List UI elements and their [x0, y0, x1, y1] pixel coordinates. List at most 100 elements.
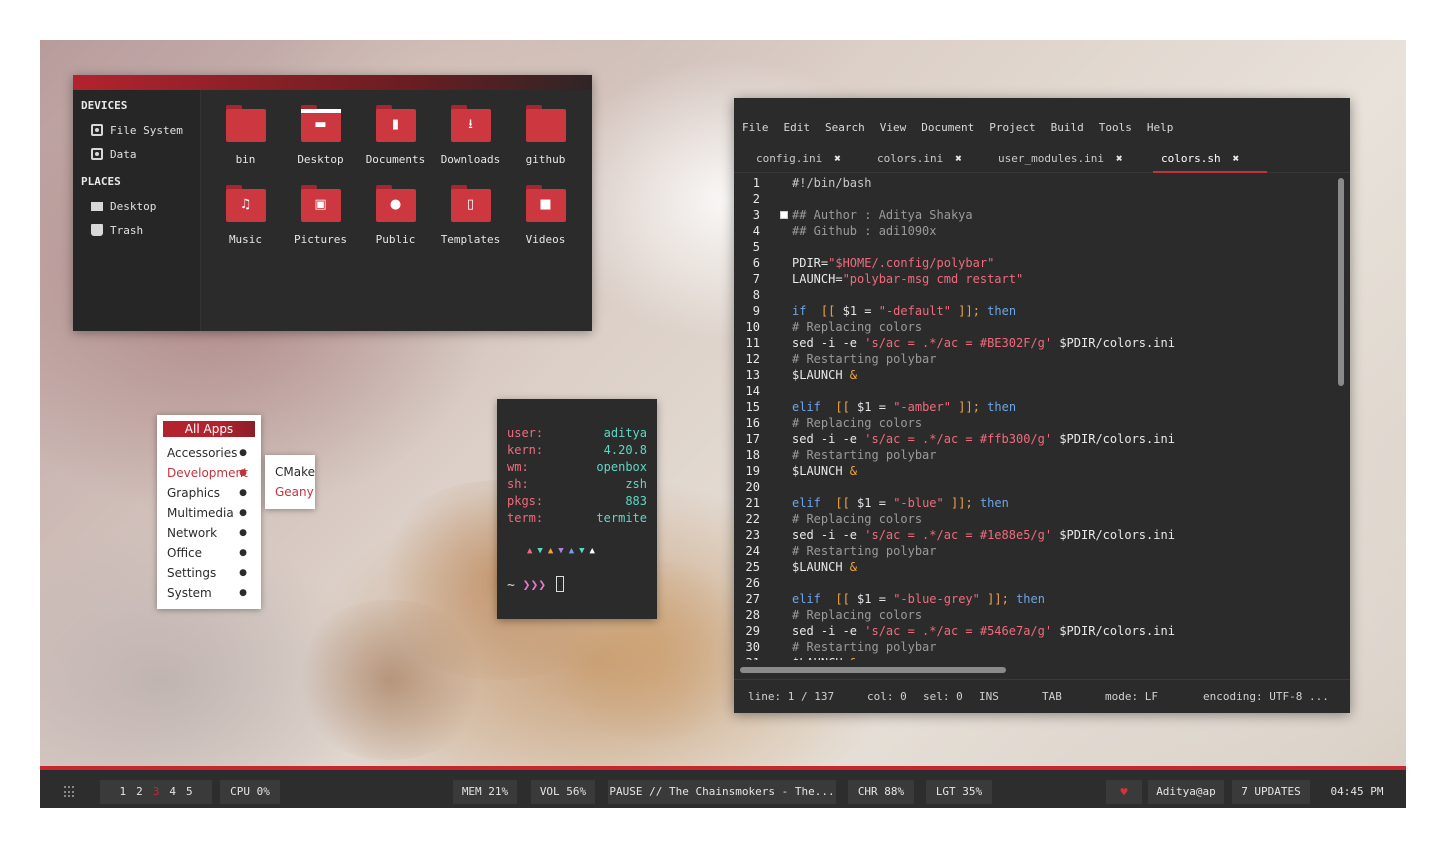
menu-item-network[interactable]: Network ● [167, 523, 253, 543]
line-number: 21 [745, 496, 760, 510]
menu-document[interactable]: Document [921, 117, 974, 139]
menu-search[interactable]: Search [825, 117, 865, 139]
fetch-row-wm: wm: openbox [507, 459, 647, 476]
menu-item-cmake[interactable]: CMake [275, 462, 315, 482]
code-line: #!/bin/bash [792, 176, 872, 190]
menu-edit[interactable]: Edit [784, 117, 811, 139]
menu-item-office[interactable]: Office ● [167, 543, 253, 563]
code-line: ## Github : adi1090x [792, 224, 937, 238]
fetch-row-term: term: termite [507, 510, 647, 527]
status-col: col: 0 [867, 690, 907, 703]
folder-templates-icon: ▯ [450, 185, 491, 222]
workspace-5[interactable]: 5 [186, 780, 193, 804]
updates-module[interactable]: 7 UPDATES [1232, 780, 1310, 804]
volume-module[interactable]: VOL 56% [531, 780, 595, 804]
folder-documents[interactable]: ▮ Documents [358, 102, 433, 182]
code-line: elif [[ $1 = "-blue-grey" ]]; then [792, 592, 1045, 606]
workspace-3[interactable]: 3 [153, 780, 160, 804]
line-number: 9 [752, 304, 760, 318]
folder-github[interactable]: github [508, 102, 583, 182]
fold-marker-icon[interactable] [780, 211, 788, 219]
fetch-key: sh: [507, 477, 529, 491]
submenu-arrow-icon: ● [239, 568, 247, 578]
terminal-window[interactable]: user: aditya kern: 4.20.8 wm: openbox sh: zs… [497, 399, 657, 619]
menu-item-settings[interactable]: Settings ● [167, 563, 253, 583]
code-line: elif [[ $1 = "-amber" ]]; then [792, 400, 1017, 414]
shell-prompt: ~ ❯❯❯ [507, 576, 564, 593]
folder-videos[interactable]: ■ Videos [508, 182, 583, 262]
music-module[interactable]: PAUSE // The Chainsmokers - The... [608, 780, 836, 804]
sidebar-item-data[interactable]: Data [73, 142, 200, 166]
heart-icon[interactable]: ♥ [1106, 780, 1142, 804]
workspace-2[interactable]: 2 [136, 780, 143, 804]
sidebar-item-trash[interactable]: Trash [73, 218, 200, 242]
file-manager-titlebar[interactable] [73, 75, 592, 90]
workspace-1[interactable]: 1 [119, 780, 126, 804]
folder-icon [525, 105, 566, 142]
menu-title: All Apps [163, 421, 255, 437]
workspace-4[interactable]: 4 [169, 780, 176, 804]
line-number: 13 [745, 368, 760, 382]
tab-label: colors.sh [1161, 152, 1221, 165]
prompt-tilde: ~ [507, 578, 515, 593]
tab-colors-sh[interactable]: colors.sh ✖ [1153, 145, 1267, 173]
menu-item-label: Accessories [167, 446, 238, 460]
menu-item-development[interactable]: Development ● [167, 463, 253, 483]
terminal-cursor [555, 576, 564, 592]
sidebar-item-file-system[interactable]: File System [73, 118, 200, 142]
menu-help[interactable]: Help [1147, 117, 1174, 139]
menu-item-multimedia[interactable]: Multimedia ● [167, 503, 253, 523]
close-icon[interactable]: ✖ [955, 152, 962, 165]
fetch-row-pkgs: pkgs: 883 [507, 493, 647, 510]
close-icon[interactable]: ✖ [1116, 152, 1123, 165]
folder-label: Music [228, 233, 263, 246]
menu-tools[interactable]: Tools [1099, 117, 1132, 139]
vertical-scrollbar[interactable] [1338, 178, 1344, 386]
folder-label: Pictures [294, 233, 347, 246]
folder-music[interactable]: ♫ Music [208, 182, 283, 262]
backlight-module[interactable]: LGT 35% [926, 780, 992, 804]
menu-file[interactable]: File [742, 117, 769, 139]
code-line: # Restarting polybar [792, 544, 937, 558]
fetch-key: wm: [507, 460, 529, 474]
menu-project[interactable]: Project [989, 117, 1035, 139]
menu-item-geany[interactable]: Geany [275, 482, 315, 502]
folder-templates[interactable]: ▯ Templates [433, 182, 508, 262]
code-area[interactable]: 1 #!/bin/bash 2 3 ## Author : Aditya Shakya 4… [734, 173, 1334, 660]
sidebar-item-desktop[interactable]: Desktop [73, 194, 200, 218]
menu-view[interactable]: View [880, 117, 907, 139]
tab-config-ini[interactable]: config.ini ✖ [748, 145, 849, 173]
code-line: sed -i -e 's/ac = .*/ac = #ffb300/g' $PD… [792, 432, 1175, 446]
close-icon[interactable]: ✖ [834, 152, 841, 165]
folder-downloads[interactable]: ⭳ Downloads [433, 102, 508, 182]
line-number: 4 [752, 224, 760, 238]
line-number: 6 [752, 256, 760, 270]
tab-label: colors.ini [877, 152, 944, 165]
menu-item-system[interactable]: System ● [167, 583, 253, 603]
editor-window: File Edit Search View Document Project B… [734, 98, 1350, 713]
horizontal-scrollbar[interactable] [740, 667, 1006, 673]
menu-build[interactable]: Build [1051, 117, 1084, 139]
tab-colors-ini[interactable]: colors.ini ✖ [869, 145, 970, 173]
folder-desktop[interactable]: ▬ Desktop [283, 102, 358, 182]
line-number: 31 [734, 655, 760, 660]
disk-icon [91, 124, 103, 136]
status-mode: mode: LF [1105, 690, 1158, 703]
line-number: 17 [745, 432, 760, 446]
menu-item-graphics[interactable]: Graphics ● [167, 483, 253, 503]
menu-item-accessories[interactable]: Accessories ● [167, 443, 253, 463]
folder-bin[interactable]: bin [208, 102, 283, 182]
menu-grip-icon[interactable] [64, 786, 76, 798]
sidebar-item-label: Trash [110, 223, 144, 237]
tab-user-modules-ini[interactable]: user_modules.ini ✖ [990, 145, 1131, 173]
fetch-value: aditya [603, 426, 647, 440]
battery-module: CHR 88% [848, 780, 914, 804]
fetch-row-kern: kern: 4.20.8 [507, 442, 647, 459]
close-icon[interactable]: ✖ [1233, 152, 1240, 165]
fetch-row-user: user: aditya [507, 425, 647, 442]
folder-pictures[interactable]: ▣ Pictures [283, 182, 358, 262]
sidebar-item-label: Desktop [110, 199, 157, 213]
folder-downloads-icon: ⭳ [450, 105, 491, 142]
sidebar-item-label: Data [110, 147, 137, 161]
folder-public[interactable]: ● Public [358, 182, 433, 262]
